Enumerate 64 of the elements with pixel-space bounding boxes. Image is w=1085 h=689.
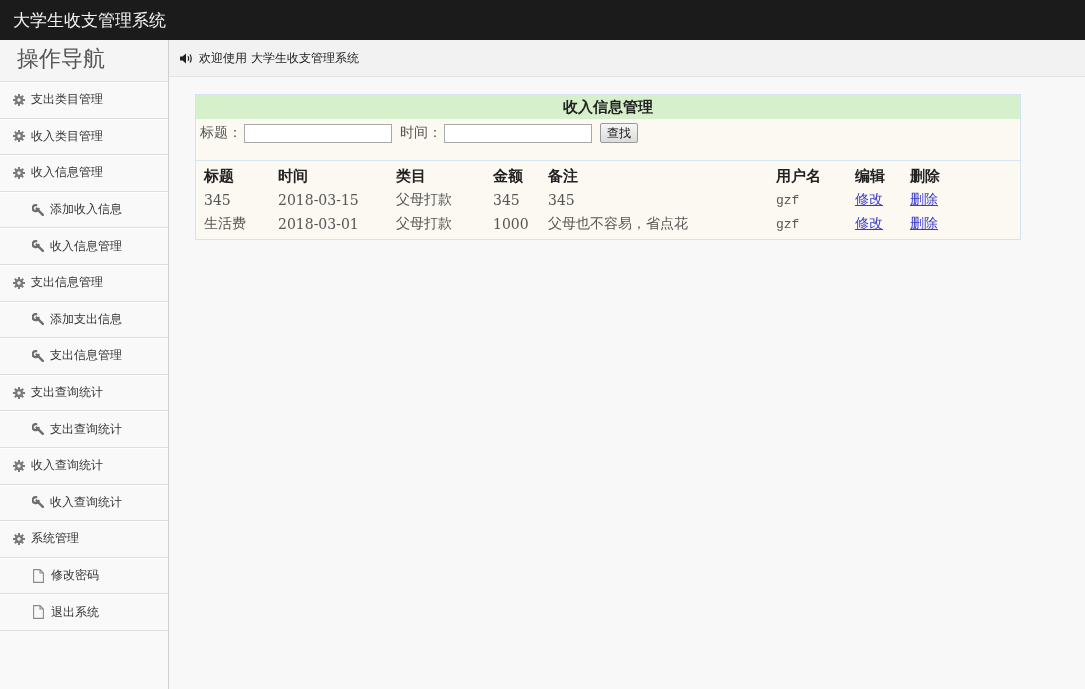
- edit-link[interactable]: 修改: [855, 191, 883, 207]
- search-button[interactable]: 查找: [600, 123, 638, 143]
- panel-title: 收入信息管理: [196, 95, 1020, 119]
- column-header: 金额: [492, 165, 524, 187]
- column-header: 类目: [395, 165, 427, 187]
- gear-icon: [13, 130, 25, 143]
- table-cell-text: 父母打款: [395, 214, 453, 233]
- wrench-icon: [32, 349, 44, 362]
- table-cell-text: 父母也不容易，省点花: [547, 214, 689, 233]
- gear-icon: [13, 532, 25, 545]
- nav-group-item[interactable]: 收入类目管理: [0, 118, 168, 156]
- search-field[interactable]: [444, 123, 592, 143]
- wrench-icon: [32, 423, 44, 436]
- nav-sub-item[interactable]: 添加收入信息: [0, 191, 168, 229]
- table-cell-text: 生活费: [203, 214, 247, 233]
- search-field[interactable]: [244, 123, 392, 143]
- app-title: 大学生收支管理系统: [13, 8, 166, 32]
- column-header: 标题: [202, 165, 235, 187]
- table-cell-text: 345: [547, 191, 576, 210]
- field-label: 时间：: [400, 124, 442, 142]
- page-icon: [33, 605, 44, 620]
- nav-sub-item[interactable]: 收入查询统计: [0, 484, 168, 522]
- nav-group-item[interactable]: 收入信息管理: [0, 155, 168, 192]
- nav-group-item[interactable]: 支出查询统计: [0, 374, 168, 412]
- nav-sub-item[interactable]: 收入信息管理: [0, 228, 168, 265]
- column-header: 删除: [909, 165, 941, 187]
- delete-link[interactable]: 删除: [910, 191, 938, 207]
- speaker-icon: [180, 52, 193, 64]
- nav-group-item[interactable]: 系统管理: [0, 521, 168, 558]
- nav-sub-item[interactable]: 修改密码: [0, 557, 168, 595]
- table-cell-text: 345: [203, 191, 232, 210]
- edit-link[interactable]: 修改: [855, 215, 883, 231]
- column-header: 编辑: [854, 165, 886, 187]
- page-icon: [33, 568, 44, 583]
- nav-sub-item[interactable]: 支出查询统计: [0, 411, 168, 448]
- gear-icon: [13, 459, 25, 472]
- table-cell-text: gzf: [775, 215, 801, 234]
- nav-group-item[interactable]: 支出类目管理: [0, 82, 168, 119]
- gear-icon: [13, 386, 25, 399]
- nav-group-item[interactable]: 支出信息管理: [0, 264, 168, 302]
- sidebar-title: 操作导航: [0, 40, 168, 82]
- wrench-icon: [32, 496, 44, 509]
- nav-sub-item[interactable]: 支出信息管理: [0, 338, 168, 375]
- nav-sub-item[interactable]: 添加支出信息: [0, 301, 168, 339]
- wrench-icon: [32, 313, 44, 326]
- table-cell-text: gzf: [775, 191, 801, 210]
- column-header: 时间: [277, 165, 309, 187]
- table-cell-text: 2018-03-01: [277, 215, 360, 234]
- gear-icon: [13, 276, 25, 289]
- table-cell-text: 1000: [492, 215, 530, 234]
- column-header: 用户名: [775, 165, 822, 187]
- table-cell-text: 2018-03-15: [277, 191, 360, 210]
- gear-icon: [13, 93, 25, 106]
- table-cell-text: 345: [492, 191, 521, 210]
- delete-link[interactable]: 删除: [910, 215, 938, 231]
- field-label: 标题：: [200, 124, 242, 142]
- nav-group-item[interactable]: 收入查询统计: [0, 447, 168, 485]
- nav-sub-item[interactable]: 退出系统: [0, 594, 168, 631]
- table-cell-text: 父母打款: [395, 190, 453, 209]
- welcome-text: 欢迎使用 大学生收支管理系统: [199, 49, 359, 67]
- wrench-icon: [32, 203, 44, 216]
- wrench-icon: [32, 240, 44, 253]
- column-header: 备注: [547, 165, 579, 187]
- gear-icon: [13, 167, 25, 179]
